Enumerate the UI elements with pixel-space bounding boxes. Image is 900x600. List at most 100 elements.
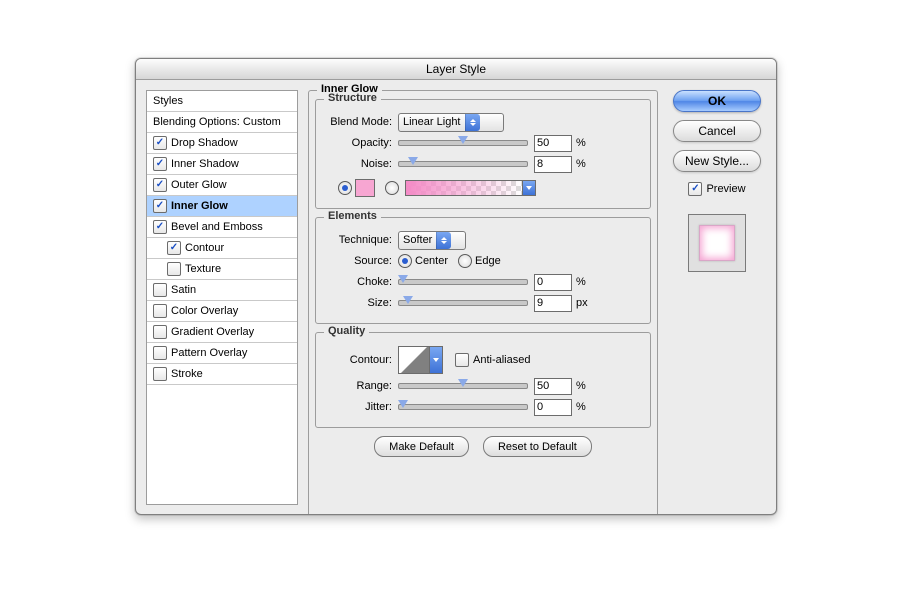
range-label: Range: — [326, 380, 392, 392]
jitter-label: Jitter: — [326, 401, 392, 413]
reset-to-default-button[interactable]: Reset to Default — [483, 436, 592, 457]
source-edge-label: Edge — [475, 255, 501, 267]
style-label: Satin — [171, 284, 196, 296]
jitter-value[interactable]: 0 — [534, 399, 572, 416]
style-label: Bevel and Emboss — [171, 221, 263, 233]
dropdown-arrows-icon — [465, 114, 480, 131]
checkbox-icon[interactable] — [153, 304, 167, 318]
style-label: Texture — [185, 263, 221, 275]
noise-value[interactable]: 8 — [534, 156, 572, 173]
styles-row-outer-glow[interactable]: Outer Glow — [147, 175, 297, 196]
blend-mode-dropdown[interactable]: Linear Light — [398, 113, 504, 132]
quality-fieldset: Quality Contour: Anti-aliased Range: — [315, 332, 651, 428]
style-label: Color Overlay — [171, 305, 238, 317]
styles-row-satin[interactable]: Satin — [147, 280, 297, 301]
technique-value: Softer — [403, 234, 432, 246]
styles-row-contour[interactable]: Contour — [147, 238, 297, 259]
glow-gradient-bar[interactable] — [405, 180, 523, 196]
checkbox-icon[interactable] — [153, 346, 167, 360]
styles-row-drop-shadow[interactable]: Drop Shadow — [147, 133, 297, 154]
opacity-unit: % — [576, 137, 586, 149]
elements-fieldset: Elements Technique: Softer Source: Cente… — [315, 217, 651, 324]
preview-box — [688, 214, 746, 272]
gradient-dropdown-icon[interactable] — [523, 180, 536, 196]
style-label: Inner Glow — [171, 200, 228, 212]
styles-row-inner-shadow[interactable]: Inner Shadow — [147, 154, 297, 175]
glow-color-swatch[interactable] — [355, 179, 375, 197]
style-label: Gradient Overlay — [171, 326, 254, 338]
opacity-value[interactable]: 50 — [534, 135, 572, 152]
checkbox-icon[interactable] — [153, 325, 167, 339]
technique-label: Technique: — [326, 234, 392, 246]
choke-unit: % — [576, 276, 586, 288]
styles-header[interactable]: Styles — [147, 91, 297, 112]
size-unit: px — [576, 297, 588, 309]
checkbox-icon[interactable] — [153, 136, 167, 150]
contour-swatch[interactable] — [398, 346, 430, 374]
technique-dropdown[interactable]: Softer — [398, 231, 466, 250]
blending-options-row[interactable]: Blending Options: Custom — [147, 112, 297, 133]
antialiased-checkbox[interactable] — [455, 353, 469, 367]
style-label: Contour — [185, 242, 224, 254]
window-title: Layer Style — [426, 62, 486, 76]
size-value[interactable]: 9 — [534, 295, 572, 312]
style-label: Drop Shadow — [171, 137, 238, 149]
choke-value[interactable]: 0 — [534, 274, 572, 291]
new-style-button[interactable]: New Style... — [673, 150, 761, 172]
center-panel: Inner Glow Structure Blend Mode: Linear … — [308, 90, 658, 505]
range-unit: % — [576, 380, 586, 392]
styles-row-inner-glow[interactable]: Inner Glow — [147, 196, 297, 217]
checkbox-icon[interactable] — [153, 178, 167, 192]
checkbox-icon[interactable] — [153, 199, 167, 213]
checkbox-icon[interactable] — [153, 283, 167, 297]
titlebar: Layer Style — [136, 59, 776, 80]
size-slider[interactable] — [398, 296, 528, 310]
styles-row-gradient-overlay[interactable]: Gradient Overlay — [147, 322, 297, 343]
dropdown-arrows-icon — [436, 232, 451, 249]
checkbox-icon[interactable] — [167, 241, 181, 255]
preview-checkbox[interactable] — [688, 182, 702, 196]
choke-slider[interactable] — [398, 275, 528, 289]
content: Styles Blending Options: Custom Drop Sha… — [136, 80, 776, 515]
styles-row-stroke[interactable]: Stroke — [147, 364, 297, 385]
jitter-unit: % — [576, 401, 586, 413]
cancel-button[interactable]: Cancel — [673, 120, 761, 142]
preview-label: Preview — [706, 183, 745, 195]
checkbox-icon[interactable] — [167, 262, 181, 276]
ok-button[interactable]: OK — [673, 90, 761, 112]
right-column: OK Cancel New Style... Preview — [668, 90, 766, 505]
gradient-radio[interactable] — [385, 181, 399, 195]
styles-row-texture[interactable]: Texture — [147, 259, 297, 280]
structure-fieldset: Structure Blend Mode: Linear Light Opaci… — [315, 99, 651, 209]
elements-legend: Elements — [324, 210, 381, 222]
blend-mode-label: Blend Mode: — [326, 116, 392, 128]
blend-mode-value: Linear Light — [403, 116, 461, 128]
contour-dropdown-icon[interactable] — [430, 346, 443, 374]
opacity-label: Opacity: — [326, 137, 392, 149]
jitter-slider[interactable] — [398, 400, 528, 414]
source-edge-radio[interactable] — [458, 254, 472, 268]
contour-label: Contour: — [326, 354, 392, 366]
opacity-slider[interactable] — [398, 136, 528, 150]
source-center-radio[interactable] — [398, 254, 412, 268]
preview-swatch — [699, 225, 735, 261]
checkbox-icon[interactable] — [153, 367, 167, 381]
range-value[interactable]: 50 — [534, 378, 572, 395]
noise-label: Noise: — [326, 158, 392, 170]
source-center-label: Center — [415, 255, 448, 267]
checkbox-icon[interactable] — [153, 157, 167, 171]
range-slider[interactable] — [398, 379, 528, 393]
size-label: Size: — [326, 297, 392, 309]
quality-legend: Quality — [324, 325, 369, 337]
style-label: Inner Shadow — [171, 158, 239, 170]
color-radio[interactable] — [338, 181, 352, 195]
checkbox-icon[interactable] — [153, 220, 167, 234]
noise-slider[interactable] — [398, 157, 528, 171]
style-label: Stroke — [171, 368, 203, 380]
styles-row-pattern-overlay[interactable]: Pattern Overlay — [147, 343, 297, 364]
noise-unit: % — [576, 158, 586, 170]
styles-row-bevel-and-emboss[interactable]: Bevel and Emboss — [147, 217, 297, 238]
make-default-button[interactable]: Make Default — [374, 436, 469, 457]
styles-row-color-overlay[interactable]: Color Overlay — [147, 301, 297, 322]
styles-sidebar: Styles Blending Options: Custom Drop Sha… — [146, 90, 298, 505]
